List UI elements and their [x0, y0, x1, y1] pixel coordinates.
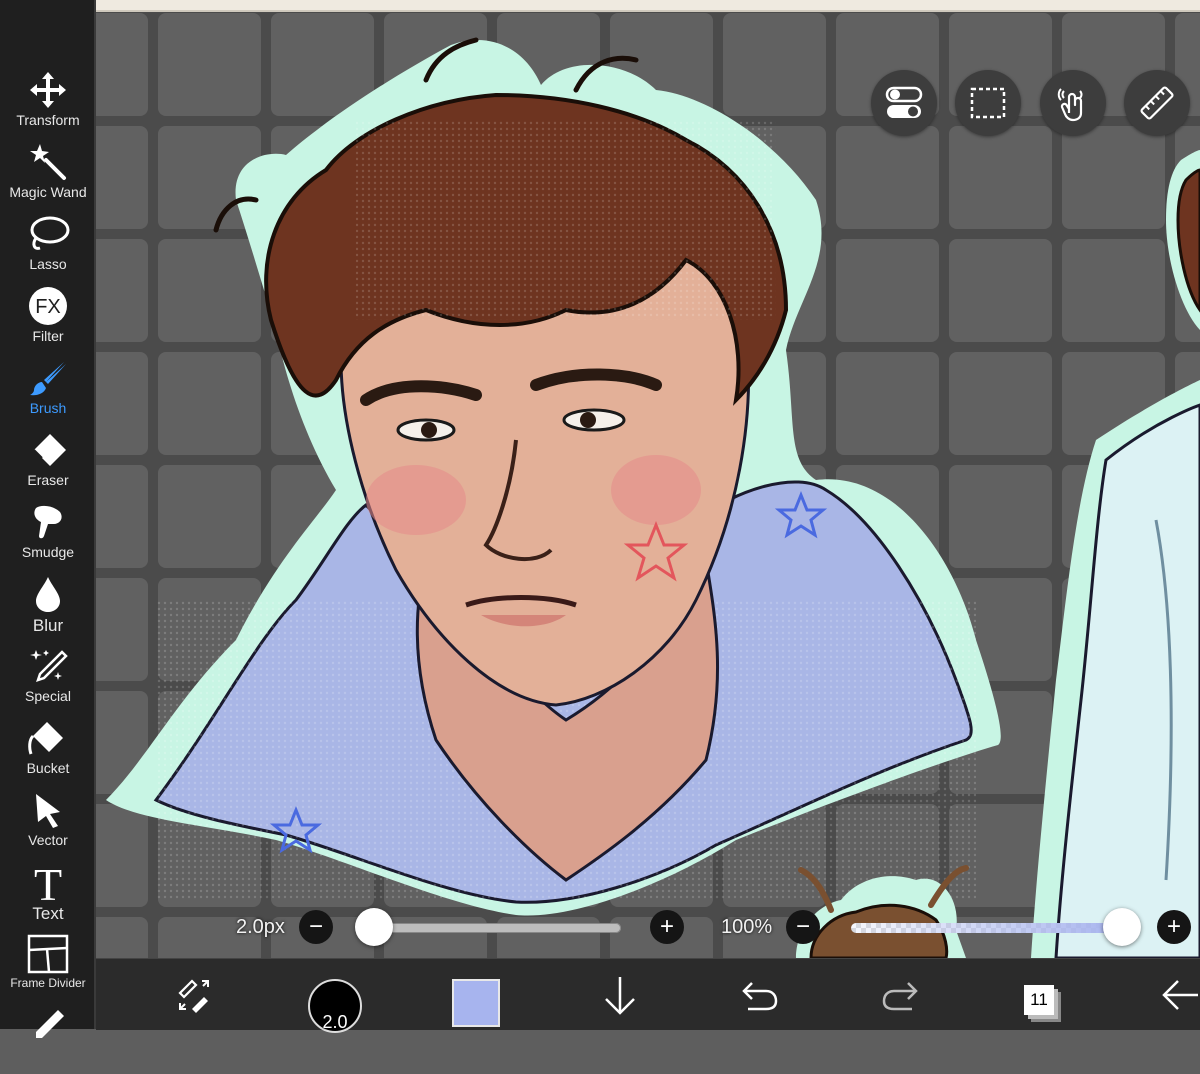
tool-label: Transform [16, 112, 80, 128]
brush-size-slider-knob[interactable] [355, 908, 393, 946]
selection-rectangle-icon [970, 87, 1006, 119]
text-t-icon: T [34, 860, 62, 904]
brush-eraser-swap-icon [178, 979, 209, 1013]
brush-size-increase-button[interactable]: + [650, 910, 684, 944]
tool-label: Eraser [27, 472, 69, 488]
brush-slider-row: 2.0px − + 100% − + [96, 902, 1200, 952]
tool-label: Filter [32, 328, 64, 344]
tool-bucket[interactable]: Bucket [0, 714, 96, 786]
brush-size-slider-track[interactable] [366, 923, 621, 933]
drawing-canvas[interactable] [96, 0, 1200, 958]
tool-label: Lasso [29, 256, 67, 272]
back-button[interactable] [1156, 967, 1200, 1023]
move-arrows-icon [30, 72, 66, 108]
text-glyph: T [34, 860, 62, 904]
magic-wand-icon [30, 144, 66, 180]
smudge-finger-icon [34, 505, 62, 539]
toggle-settings-button[interactable] [871, 70, 937, 136]
layers-button[interactable]: 11 [1024, 985, 1054, 1015]
tool-label: Vector [28, 832, 68, 848]
fx-icon: FX [29, 287, 67, 325]
canvas-artwork [96, 0, 1200, 958]
quick-switch-button[interactable] [166, 967, 222, 1023]
tool-label: Special [25, 688, 71, 704]
brush-size-decrease-button[interactable]: − [299, 910, 333, 944]
opacity-label: 100% [721, 916, 773, 938]
tool-label: Magic Wand [9, 184, 87, 200]
brush-size-value: 2.0 [322, 1012, 348, 1032]
tool-filter[interactable]: FX Filter [0, 282, 96, 354]
redo-button[interactable] [872, 967, 928, 1023]
layer-merge-down-button[interactable] [592, 967, 648, 1023]
top-window-strip [96, 0, 1200, 12]
tool-text[interactable]: T Text [0, 858, 96, 930]
tool-label: Text [32, 904, 64, 923]
opacity-increase-button[interactable]: + [1157, 910, 1191, 944]
tool-brush[interactable]: Brush [0, 354, 96, 426]
frame-divider-icon [27, 934, 69, 974]
lasso-icon [30, 216, 70, 250]
brush-icon [30, 362, 66, 396]
tool-frame-divider[interactable]: Frame Divider [0, 930, 96, 1002]
opacity-decrease-button[interactable]: − [786, 910, 820, 944]
tool-label: Bucket [26, 760, 70, 776]
layer-count-value: 11 [1030, 990, 1048, 1009]
undo-icon [742, 982, 778, 1011]
bottom-toolbar: 2.0 11 [96, 958, 1200, 1033]
arrow-left-icon [1162, 980, 1198, 1010]
ruler-icon [1140, 86, 1174, 120]
tool-transform[interactable]: Transform [0, 66, 96, 138]
tool-smudge[interactable]: Smudge [0, 498, 96, 570]
redo-icon [882, 982, 918, 1011]
toggle-switches-icon [885, 86, 923, 118]
special-sparkle-pen-icon [30, 650, 68, 682]
tool-label: Frame Divider [10, 976, 86, 990]
tool-magic-wand[interactable]: Magic Wand [0, 138, 96, 210]
brush-size-label: 2.0px [236, 916, 285, 938]
tool-lasso[interactable]: Lasso [0, 210, 96, 282]
tool-sidebar: Transform Magic Wand Lasso FX Filter Bru… [0, 0, 96, 1038]
selection-button[interactable] [955, 70, 1021, 136]
tool-vector[interactable]: Vector [0, 786, 96, 858]
current-color-swatch[interactable] [452, 979, 500, 1027]
tool-special[interactable]: Special [0, 642, 96, 714]
touch-hand-icon [1057, 88, 1083, 122]
eyedropper-icon [36, 1010, 64, 1038]
vector-arrow-icon [36, 794, 60, 828]
ruler-button[interactable] [1124, 70, 1190, 136]
fx-glyph: FX [35, 296, 61, 318]
opacity-slider-knob[interactable] [1103, 908, 1141, 946]
touch-button[interactable] [1040, 70, 1106, 136]
blur-drop-icon [36, 577, 60, 612]
tool-blur[interactable]: Blur [0, 570, 96, 642]
opacity-slider-track[interactable] [851, 923, 1121, 933]
bucket-icon [28, 722, 63, 755]
arrow-down-icon [605, 977, 635, 1015]
brush-size-indicator[interactable]: 2.0 [308, 979, 362, 1033]
tool-eraser[interactable]: Eraser [0, 426, 96, 498]
eraser-icon [33, 434, 66, 466]
tool-eyedropper[interactable] [0, 1002, 96, 1074]
undo-button[interactable] [732, 967, 788, 1023]
tool-label: Blur [32, 616, 64, 635]
tool-label: Smudge [21, 544, 75, 560]
tool-label: Brush [29, 400, 67, 416]
